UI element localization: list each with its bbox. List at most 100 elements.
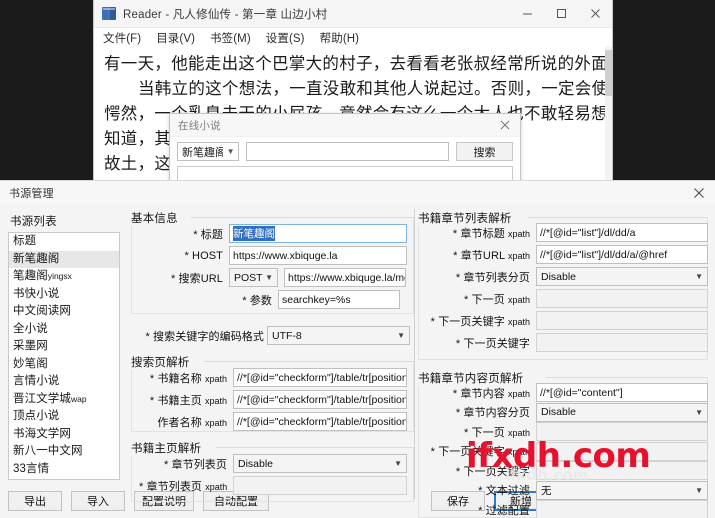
list-item[interactable]: 33言情 <box>9 461 119 479</box>
field-row: * 章节内容分页 Disable ▼ <box>426 402 708 422</box>
field-label: * 章节内容 xpath <box>452 387 530 400</box>
field-select[interactable]: Disable ▼ <box>233 454 407 473</box>
list-item-label: 33言情 <box>13 462 50 475</box>
chapter-content-parse-group: 书籍章节内容页解析 * 章节内容 xpath //*[@id="content"]… <box>418 370 708 518</box>
right-panel: 书籍章节列表解析 * 章节标题 xpath //*[@id="list"]/dl/… <box>418 204 715 518</box>
menu-item-file[interactable]: 文件(F) <box>103 30 141 46</box>
source-list-panel: 书源列表 标题 新笔趣阁 笔趣阁yingsx 书快小说 中文阅读网 全小说 采墨网 妙笔阁言… <box>0 204 269 518</box>
list-item[interactable]: 顶点小说 <box>9 408 119 426</box>
field-row: * 章节列表页 xpath <box>139 476 407 495</box>
field-input[interactable] <box>536 461 708 480</box>
reader-scrollbar[interactable] <box>605 46 612 185</box>
field-label-suffix: xpath <box>507 250 530 261</box>
field-label: * 下一页 xpath <box>463 426 530 439</box>
list-item[interactable]: 新笔趣阁 <box>9 250 119 268</box>
reader-scrollbar-thumb[interactable] <box>605 50 612 96</box>
list-item[interactable]: 全小说 <box>9 321 119 339</box>
field-label: * 章节标题 xpath <box>452 227 530 240</box>
list-item[interactable]: 新八一中文网 <box>9 443 119 461</box>
field-input[interactable] <box>536 422 708 441</box>
field-input[interactable]: //*[@id="list"]/dl/dd/a <box>536 223 708 242</box>
field-label-suffix: xpath <box>507 316 530 327</box>
close-icon[interactable] <box>490 114 520 136</box>
title-field-label: * 标题 <box>193 228 223 241</box>
field-label: * 章节列表页 <box>163 458 227 471</box>
field-value: //*[@id="content"] <box>540 386 623 399</box>
search-method-value: POST <box>234 271 263 284</box>
field-input[interactable]: //*[@id="content"] <box>536 383 708 402</box>
menu-item-help[interactable]: 帮助(H) <box>320 30 359 46</box>
close-icon[interactable] <box>683 181 715 204</box>
field-label-suffix: xpath <box>507 388 530 399</box>
search-button[interactable]: 搜索 <box>456 142 513 161</box>
book-home-parse-group: 书籍主页解析 * 章节列表页 Disable ▼ * 章节列表页 xpath <box>131 440 414 502</box>
field-label: * 文本过滤 <box>478 485 530 497</box>
chapter-content-parse-heading: 书籍章节内容页解析 <box>418 370 529 386</box>
field-label-suffix: xpath <box>205 481 228 492</box>
field-row: * 书籍名称 xpath //*[@id="checkform"]/table/t… <box>139 368 407 387</box>
online-novel-dialog-title: 在线小说 <box>178 119 221 132</box>
field-input[interactable] <box>536 333 708 352</box>
field-label: * 章节列表页 xpath <box>139 480 228 493</box>
close-icon[interactable] <box>578 0 612 27</box>
field-input[interactable]: //*[@id="checkform"]/table/tr[position()… <box>233 390 407 409</box>
field-label-suffix: xpath <box>204 417 227 428</box>
field-input[interactable]: //*[@id="checkform"]/table/tr[position()… <box>233 412 407 431</box>
list-item[interactable]: 言情小说 <box>9 373 119 391</box>
chevron-down-icon: ▼ <box>226 147 234 156</box>
field-select[interactable]: 无 ▼ <box>536 480 708 500</box>
list-item-label: 顶点小说 <box>13 410 60 422</box>
field-row: * 下一页关键字 xpath <box>426 311 708 330</box>
list-item[interactable]: 爪机书屋 <box>9 478 119 479</box>
menu-item-bookmark[interactable]: 书签(M) <box>210 30 251 46</box>
list-item[interactable]: 笔趣阁yingsx <box>9 268 119 286</box>
field-value: //*[@id="checkform"]/table/tr[position()… <box>237 371 406 384</box>
list-item[interactable]: 书快小说 <box>9 286 119 304</box>
field-input[interactable] <box>536 441 708 461</box>
params-field[interactable]: searchkey=%s <box>278 290 400 309</box>
search-url-label: * 搜索URL <box>170 272 223 285</box>
list-item-label: 笔趣阁 <box>13 270 48 282</box>
list-item-label: 新八一中文网 <box>13 445 83 457</box>
search-url-field[interactable]: https://www.xbiquge.la/modules/a <box>284 268 406 287</box>
list-item[interactable]: 妙笔阁 <box>9 356 119 374</box>
chevron-down-icon: ▼ <box>394 459 402 468</box>
field-row: * 过滤配置 <box>426 500 708 518</box>
source-list[interactable]: 标题 新笔趣阁 笔趣阁yingsx 书快小说 中文阅读网 全小说 采墨网 妙笔阁 言情小说 晋江… <box>8 232 120 480</box>
field-row: * 下一页关键字 xpath <box>426 441 708 461</box>
source-select[interactable]: 新笔趣阁 ▼ <box>177 142 239 161</box>
field-label: 作者名称 xpath <box>157 416 227 429</box>
field-select[interactable]: Disable ▼ <box>536 402 708 422</box>
field-row: * 下一页 xpath <box>426 289 708 308</box>
field-input[interactable]: //*[@id="list"]/dl/dd/a/@href <box>536 245 708 264</box>
minimize-icon[interactable] <box>510 0 544 27</box>
menu-item-settings[interactable]: 设置(S) <box>266 30 305 46</box>
field-input[interactable] <box>233 476 407 495</box>
field-row: 作者名称 xpath //*[@id="checkform"]/table/tr[… <box>139 412 407 431</box>
list-item[interactable]: 书海文学网 <box>9 426 119 444</box>
menu-item-catalog[interactable]: 目录(V) <box>156 30 195 46</box>
list-item[interactable]: 晋江文学城wap <box>9 391 119 409</box>
export-button[interactable]: 导出 <box>8 491 62 511</box>
field-input[interactable]: //*[@id="checkform"]/table/tr[position()… <box>233 368 407 387</box>
host-field[interactable]: https://www.xbiquge.la <box>229 246 407 265</box>
field-input[interactable] <box>536 289 708 308</box>
search-page-parse-heading: 搜索页解析 <box>131 354 195 370</box>
search-method-select[interactable]: POST ▼ <box>229 268 278 287</box>
list-item[interactable]: 采墨网 <box>9 338 119 356</box>
encoding-select[interactable]: UTF-8 ▼ <box>267 326 410 345</box>
title-field-value: 新笔趣阁 <box>233 226 275 241</box>
field-input[interactable] <box>536 311 708 330</box>
list-item[interactable]: 中文阅读网 <box>9 303 119 321</box>
field-value: //*[@id="list"]/dl/dd/a/@href <box>540 248 668 261</box>
title-field[interactable]: 新笔趣阁 <box>229 224 407 243</box>
field-select[interactable]: Disable ▼ <box>536 267 708 286</box>
field-row: * 下一页关键字 <box>426 461 708 480</box>
book-source-manager-title: 书源管理 <box>9 187 54 200</box>
import-button[interactable]: 导入 <box>71 491 125 511</box>
search-input[interactable] <box>246 142 449 161</box>
field-label: * 书籍名称 xpath <box>149 372 227 385</box>
maximize-icon[interactable] <box>544 0 578 27</box>
field-input[interactable] <box>536 500 708 518</box>
field-row: * 章节URL xpath //*[@id="list"]/dl/dd/a/@hr… <box>426 245 708 264</box>
